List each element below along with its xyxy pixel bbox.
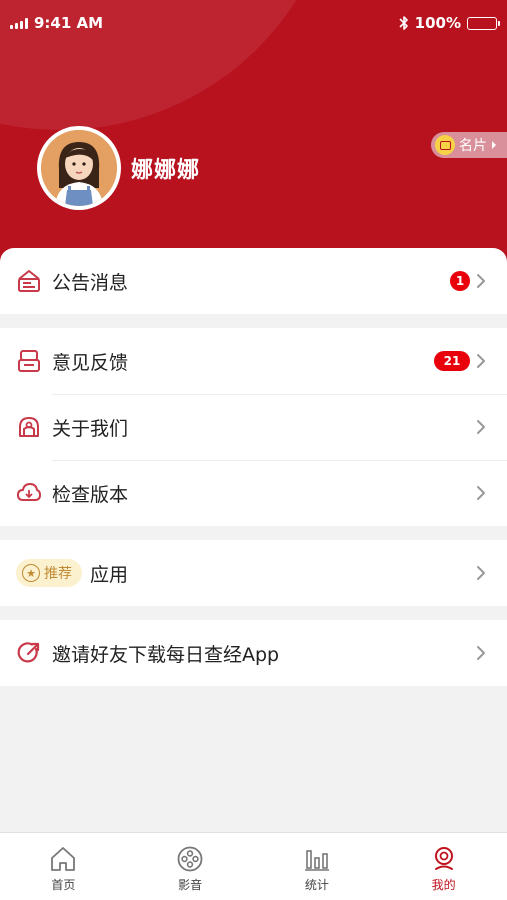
menu-item-invite[interactable]: 邀请好友下载每日查经App — [0, 620, 507, 686]
menu-item-check-version[interactable]: 检查版本 — [0, 460, 507, 526]
feedback-icon — [16, 348, 42, 374]
announcement-icon — [16, 268, 42, 294]
unread-badge: 1 — [450, 271, 470, 291]
bottom-tab-bar: 首页 影音 统计 我的 — [0, 832, 507, 900]
bluetooth-icon — [399, 16, 408, 30]
chevron-right-icon — [477, 354, 485, 368]
menu-section-invite: 邀请好友下载每日查经App — [0, 620, 507, 686]
tab-statistics[interactable]: 统计 — [254, 833, 381, 900]
chevron-right-icon — [477, 566, 485, 580]
recommend-tag: ★ 推荐 — [16, 559, 82, 587]
menu-label: 检查版本 — [52, 483, 129, 506]
tab-label: 我的 — [431, 878, 456, 892]
status-time: 9:41 AM — [34, 14, 104, 32]
tab-home[interactable]: 首页 — [0, 833, 127, 900]
menu-label: 关于我们 — [52, 417, 129, 440]
tab-label: 统计 — [304, 878, 329, 892]
status-bar: 9:41 AM 100% — [0, 0, 507, 46]
tab-media[interactable]: 影音 — [127, 833, 254, 900]
chevron-right-icon — [477, 420, 485, 434]
cloud-download-icon — [16, 480, 42, 506]
menu-label: 应用 — [90, 563, 129, 586]
film-reel-icon — [176, 845, 204, 873]
menu-item-about[interactable]: 关于我们 — [0, 394, 507, 460]
bar-chart-icon — [303, 845, 331, 873]
tab-label: 影音 — [178, 878, 203, 892]
about-us-icon — [16, 414, 42, 440]
menu-label: 意见反馈 — [52, 351, 129, 374]
share-icon — [16, 640, 42, 666]
home-icon — [49, 845, 77, 873]
avatar[interactable] — [37, 126, 121, 210]
battery-icon — [467, 16, 500, 30]
chevron-right-icon — [477, 486, 485, 500]
menu-label: 公告消息 — [52, 271, 129, 294]
signal-icon — [10, 17, 28, 29]
menu-item-apps[interactable]: ★ 推荐 应用 — [0, 540, 507, 606]
unread-badge: 21 — [434, 351, 470, 371]
menu-label: 邀请好友下载每日查经App — [52, 643, 280, 666]
chevron-right-icon — [477, 274, 485, 288]
user-profile-icon — [430, 845, 458, 873]
business-card-label: 名片 — [459, 138, 487, 154]
menu-item-feedback[interactable]: 意见反馈 21 — [0, 328, 507, 394]
battery-percent: 100% — [414, 14, 461, 32]
id-card-icon — [435, 135, 455, 155]
chevron-right-icon — [477, 646, 485, 660]
username: 娜娜娜 — [131, 158, 201, 183]
menu-item-announcements[interactable]: 公告消息 1 — [0, 248, 507, 314]
avatar-illustration — [41, 130, 117, 206]
business-card-button[interactable]: 名片 — [431, 132, 507, 158]
menu-section-apps: ★ 推荐 应用 — [0, 540, 507, 606]
tab-label: 首页 — [51, 878, 76, 892]
menu-section-announcements: 公告消息 1 — [0, 248, 507, 314]
recommend-tag-label: 推荐 — [44, 566, 72, 582]
tab-mine[interactable]: 我的 — [380, 833, 507, 900]
caret-right-icon — [492, 141, 496, 149]
star-icon: ★ — [22, 564, 40, 582]
profile-header: 9:41 AM 100% 娜娜娜 名片 — [0, 0, 507, 280]
menu-section-general: 意见反馈 21 关于我们 检查版本 — [0, 328, 507, 526]
